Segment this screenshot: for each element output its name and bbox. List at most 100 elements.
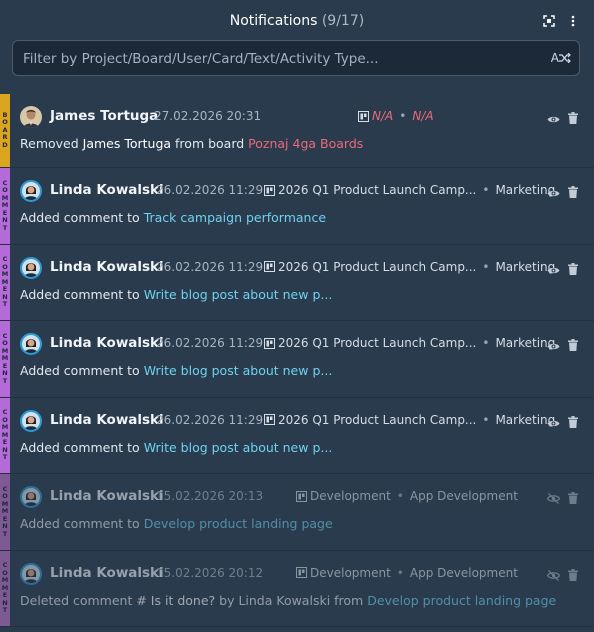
fullscreen-icon[interactable]	[542, 14, 556, 28]
notification-item[interactable]: COMMENT Linda Kowalski 26.02.2026 11:29 …	[0, 321, 594, 398]
tag-letter: T	[2, 376, 8, 385]
notification-text: Added comment to Track campaign performa…	[20, 210, 326, 225]
text-part: Added comment to	[20, 516, 144, 531]
eye-off-icon[interactable]	[546, 489, 561, 508]
project-name[interactable]: 2026 Q1 Product Launch Camp...	[278, 336, 476, 350]
notification-item[interactable]: COMMENT Linda Kowalski 26.02.2026 11:29 …	[0, 168, 594, 245]
project-name[interactable]: Development	[310, 489, 391, 503]
card-link[interactable]: Write blog post about new p...	[144, 287, 333, 302]
timestamp: 26.02.2026 11:29	[156, 412, 264, 427]
card-link[interactable]: Write blog post about new p...	[144, 363, 333, 378]
board-link[interactable]: Poznaj 4ga Boards	[248, 136, 363, 151]
project-icon	[264, 337, 275, 349]
notification-item[interactable]: COMMENT Linda Kowalski 26.02.2026 11:29 …	[0, 244, 594, 321]
more-vertical-icon[interactable]	[566, 14, 580, 28]
separator-dot: •	[482, 259, 490, 274]
text-part: from board	[171, 136, 249, 151]
sort-toggle-button[interactable]: A	[551, 51, 571, 65]
notifications-panel: Notifications (9/17) A B O A R D	[0, 0, 594, 632]
shuffle-icon	[559, 53, 571, 63]
project-name[interactable]: 2026 Q1 Product Launch Camp...	[278, 413, 476, 427]
eye-icon[interactable]	[547, 183, 560, 202]
comment-quote: Is it done?	[146, 592, 216, 608]
activity-type-tag-comment: COMMENT	[0, 244, 10, 320]
notification-item[interactable]: B O A R D James Tortuga 27.02.2026 20:31…	[0, 94, 594, 168]
project-icon	[264, 414, 275, 425]
trash-icon[interactable]	[568, 413, 578, 432]
activity-type-tag-board: B O A R D	[0, 94, 10, 167]
user-name[interactable]: Linda Kowalski	[50, 182, 164, 198]
separator-dot: •	[396, 489, 404, 503]
notification-text: Deleted comment # Is it done? by Linda K…	[20, 593, 556, 608]
project-name[interactable]: 2026 Q1 Product Launch Camp...	[278, 183, 476, 197]
project-name[interactable]: Development	[310, 566, 391, 580]
project-name[interactable]: 2026 Q1 Product Launch Camp...	[278, 260, 476, 274]
user-name[interactable]: Linda Kowalski	[50, 335, 164, 351]
trash-icon[interactable]	[568, 336, 578, 355]
activity-type-tag-comment: COMMENT	[0, 168, 10, 244]
context-path: N/A • N/A	[358, 109, 434, 123]
text-part: Removed	[20, 136, 83, 151]
activity-type-tag-comment: COMMENT	[0, 321, 10, 397]
timestamp: 26.02.2026 11:29	[156, 336, 264, 350]
card-link[interactable]: Develop product landing page	[367, 593, 556, 608]
project-icon	[264, 184, 275, 196]
trash-icon[interactable]	[568, 109, 578, 128]
notification-count: (9/17)	[321, 13, 365, 29]
context-path: 2026 Q1 Product Launch Camp... • Marketi…	[264, 183, 555, 197]
timestamp: 27.02.2026 20:31	[154, 109, 262, 123]
card-link[interactable]: Track campaign performance	[144, 210, 326, 225]
user-name[interactable]: Linda Kowalski	[50, 488, 164, 504]
board-name[interactable]: App Development	[410, 489, 518, 503]
notification-list: B O A R D James Tortuga 27.02.2026 20:31…	[0, 94, 594, 627]
user-name[interactable]: James Tortuga	[50, 108, 158, 124]
project-icon	[264, 261, 275, 272]
project-name[interactable]: N/A	[372, 109, 393, 123]
notification-text: Added comment to Write blog post about n…	[20, 440, 332, 455]
trash-icon[interactable]	[568, 489, 578, 508]
card-link[interactable]: Develop product landing page	[144, 516, 333, 531]
project-icon	[296, 490, 307, 502]
eye-icon[interactable]	[547, 413, 560, 432]
filter-input[interactable]	[21, 41, 545, 77]
notification-text: Added comment to Write blog post about n…	[20, 363, 332, 378]
sort-label: A	[550, 51, 559, 65]
tag-letter: T	[2, 453, 8, 461]
board-name[interactable]: N/A	[412, 109, 433, 123]
activity-type-tag-comment: COMMENT	[0, 474, 10, 550]
user-name[interactable]: Linda Kowalski	[50, 259, 164, 275]
board-name[interactable]: App Development	[410, 566, 518, 580]
notification-text: Removed James Tortuga from board Poznaj …	[20, 136, 363, 151]
eye-icon[interactable]	[547, 336, 560, 355]
separator-dot: •	[399, 109, 407, 123]
comment-hash: #	[136, 592, 147, 608]
mentioned-user[interactable]: Linda Kowalski	[238, 593, 330, 608]
trash-icon[interactable]	[568, 260, 578, 279]
eye-icon[interactable]	[547, 109, 560, 128]
title-text: Notifications	[229, 13, 318, 29]
avatar	[20, 409, 42, 432]
eye-off-icon[interactable]	[546, 566, 561, 585]
card-link[interactable]: Write blog post about new p...	[144, 440, 333, 455]
text-part: Added comment to	[20, 286, 144, 302]
notification-item[interactable]: COMMENT Linda Kowalski 26.02.2026 11:29 …	[0, 397, 594, 474]
trash-icon[interactable]	[568, 183, 578, 202]
tag-letter: T	[2, 606, 8, 614]
user-name[interactable]: Linda Kowalski	[50, 565, 164, 581]
separator-dot: •	[482, 412, 490, 427]
timestamp: 15.02.2026 20:12	[156, 565, 264, 580]
avatar	[20, 333, 42, 355]
avatar	[20, 180, 42, 202]
tag-letter: T	[2, 529, 8, 538]
trash-icon[interactable]	[568, 566, 578, 585]
timestamp: 26.02.2026 11:29	[156, 259, 264, 274]
notification-item[interactable]: COMMENT Linda Kowalski 15.02.2026 20:13 …	[0, 474, 594, 551]
notification-item[interactable]: COMMENT Linda Kowalski 15.02.2026 20:12 …	[0, 550, 594, 627]
user-name[interactable]: Linda Kowalski	[50, 412, 164, 428]
context-path: 2026 Q1 Product Launch Camp... • Marketi…	[264, 413, 555, 427]
separator-dot: •	[482, 183, 490, 197]
mentioned-user[interactable]: James Tortuga	[83, 136, 171, 151]
eye-icon[interactable]	[547, 260, 560, 279]
filter-search-box: A	[12, 40, 580, 77]
header: Notifications (9/17)	[0, 0, 594, 40]
